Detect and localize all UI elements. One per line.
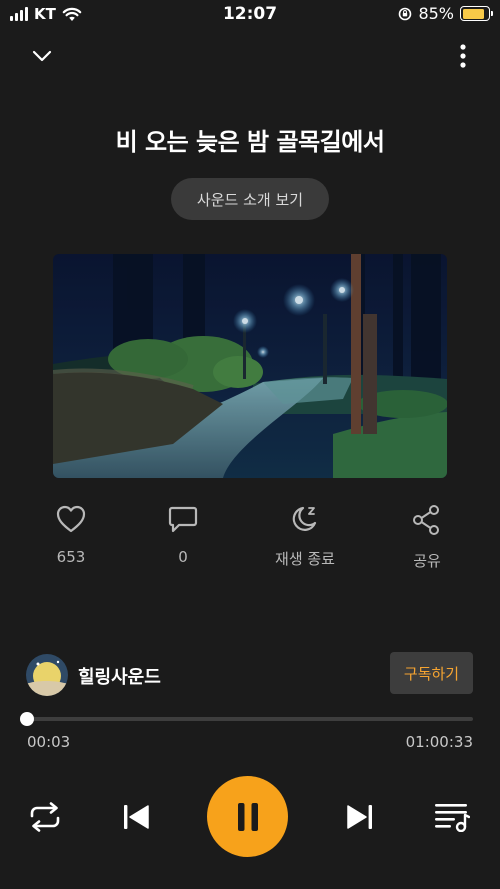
share-icon <box>413 505 439 535</box>
sleep-timer-button[interactable]: 재생 종료 <box>250 504 360 569</box>
progress-slider[interactable] <box>20 712 473 726</box>
current-time: 00:03 <box>27 733 71 751</box>
like-button[interactable]: 653 <box>16 504 126 566</box>
channel-name[interactable]: 힐링사운드 <box>78 663 161 689</box>
pause-button[interactable] <box>207 776 288 857</box>
status-right: 85% <box>398 4 493 23</box>
orientation-lock-icon <box>399 7 412 20</box>
channel-avatar[interactable] <box>26 654 68 696</box>
chevron-down-icon[interactable] <box>28 42 56 70</box>
more-vertical-icon[interactable] <box>456 42 470 70</box>
share-label: 공유 <box>413 552 441 570</box>
pause-icon <box>237 802 258 831</box>
battery-icon <box>460 6 493 21</box>
track-title: 비 오는 늦은 밤 골목길에서 <box>115 128 385 156</box>
action-row: 653 0 재생 종료 공유 <box>0 504 500 584</box>
moon-icon <box>292 506 317 531</box>
battery-percent: 85% <box>418 4 454 23</box>
heart-icon <box>56 505 86 533</box>
like-count: 653 <box>56 548 86 566</box>
comment-count: 0 <box>178 548 188 566</box>
playlist-icon[interactable] <box>434 802 470 832</box>
comment-icon <box>168 506 198 533</box>
status-bar: KT 12:07 85% <box>0 0 500 30</box>
comment-button[interactable]: 0 <box>128 504 238 566</box>
progress-track[interactable] <box>27 717 473 721</box>
battery-level <box>462 8 484 19</box>
skip-next-icon[interactable] <box>346 804 374 830</box>
top-nav <box>0 40 500 72</box>
repeat-icon[interactable] <box>28 802 62 832</box>
subscribe-button[interactable]: 구독하기 <box>390 652 473 694</box>
skip-previous-icon[interactable] <box>122 804 150 830</box>
channel-row: 힐링사운드 구독하기 <box>0 652 500 696</box>
track-artwork <box>53 254 447 478</box>
sound-intro-button[interactable]: 사운드 소개 보기 <box>171 178 329 220</box>
progress-thumb[interactable] <box>20 712 35 726</box>
share-button[interactable]: 공유 <box>372 504 482 571</box>
sleep-timer-label: 재생 종료 <box>275 550 335 568</box>
playback-controls <box>0 776 500 860</box>
total-time: 01:00:33 <box>405 733 473 751</box>
